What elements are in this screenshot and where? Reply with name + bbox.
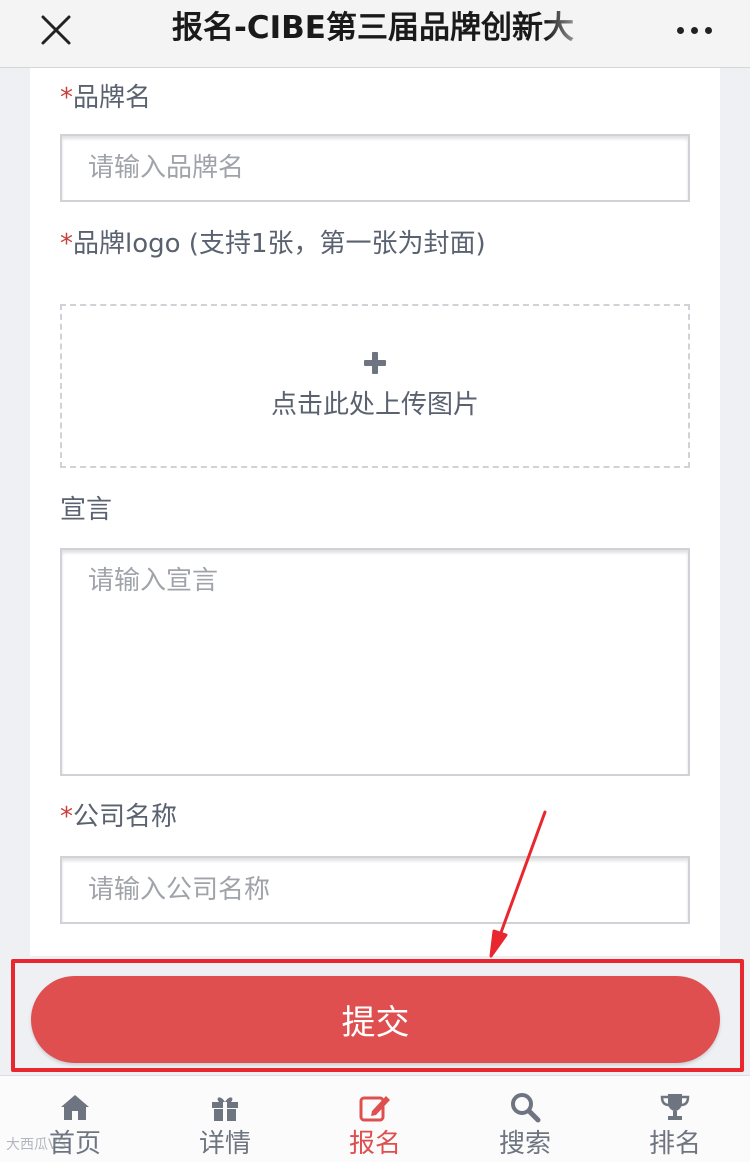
brand-name-label-text: 品牌名 xyxy=(73,83,152,113)
brand-logo-label: *品牌logo (支持1张，第一张为封面) xyxy=(60,226,486,262)
tab-label: 搜索 xyxy=(498,1129,551,1159)
company-name-label: *公司名称 xyxy=(60,799,177,835)
submit-button[interactable]: 提交 xyxy=(31,976,720,1063)
close-button[interactable] xyxy=(34,8,78,52)
brand-name-placeholder: 请输入品牌名 xyxy=(88,153,245,183)
brand-logo-label-text: 品牌logo (支持1张，第一张为封面) xyxy=(73,229,486,259)
company-name-input[interactable]: 请输入公司名称 xyxy=(60,856,690,924)
close-icon xyxy=(41,15,71,45)
trophy-icon xyxy=(658,1090,692,1124)
more-icon-dot xyxy=(690,26,698,34)
gift-icon xyxy=(208,1090,242,1124)
logo-upload-area[interactable]: 点击此处上传图片 xyxy=(60,304,690,468)
more-icon xyxy=(676,26,684,34)
search-icon xyxy=(508,1090,542,1124)
required-mark: * xyxy=(60,229,73,259)
edit-icon xyxy=(358,1090,392,1124)
plus-icon xyxy=(364,351,386,374)
tab-label: 排名 xyxy=(648,1129,701,1159)
tab-search[interactable]: 搜索 xyxy=(450,1076,600,1162)
tab-details[interactable]: 详情 xyxy=(150,1076,300,1162)
more-button[interactable] xyxy=(664,8,724,52)
page-title: 报名-CIBE第三届品牌创新大 xyxy=(172,10,574,46)
tab-label: 详情 xyxy=(198,1129,251,1159)
more-icon-dot xyxy=(704,26,712,34)
bottom-tab-bar: 首页 详情 报名 搜索 排名 xyxy=(0,1075,750,1162)
brand-name-input[interactable]: 请输入品牌名 xyxy=(60,134,690,202)
signup-form: *品牌名 请输入品牌名 *品牌logo (支持1张，第一张为封面) 点击此处上传… xyxy=(30,68,720,956)
manifesto-placeholder: 请输入宣言 xyxy=(88,566,219,596)
brand-name-label: *品牌名 xyxy=(60,80,151,116)
tab-ranking[interactable]: 排名 xyxy=(600,1076,750,1162)
upload-hint: 点击此处上传图片 xyxy=(270,389,479,420)
home-icon xyxy=(58,1090,92,1124)
required-mark: * xyxy=(60,802,73,832)
manifesto-label: 宣言 xyxy=(60,495,113,525)
top-bar: 报名-CIBE第三届品牌创新大 xyxy=(0,0,750,68)
manifesto-textarea[interactable]: 请输入宣言 xyxy=(60,548,690,776)
company-name-placeholder: 请输入公司名称 xyxy=(88,875,271,905)
company-name-label-text: 公司名称 xyxy=(73,802,178,832)
watermark: 大西瓜VS xyxy=(6,1137,67,1153)
required-mark: * xyxy=(60,83,73,113)
tab-label: 报名 xyxy=(348,1129,401,1159)
tab-signup[interactable]: 报名 xyxy=(300,1076,450,1162)
